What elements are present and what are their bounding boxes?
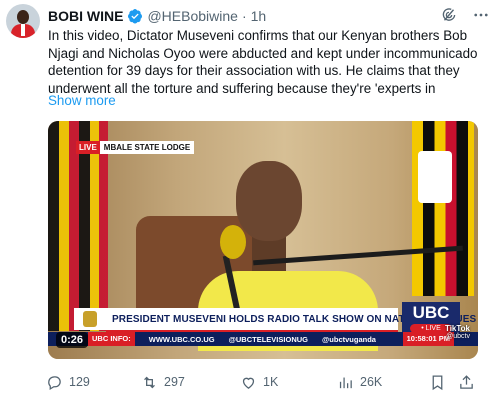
location-label: MBALE STATE LODGE bbox=[99, 141, 195, 154]
live-badge: LIVE bbox=[76, 141, 100, 154]
bookmark-icon bbox=[432, 374, 443, 390]
like-count: 1K bbox=[263, 375, 279, 389]
info-label: UBC INFO: bbox=[88, 332, 135, 346]
reply-count: 129 bbox=[69, 375, 90, 389]
ubc-logo-text: UBC bbox=[412, 303, 450, 322]
separator-dot: · bbox=[241, 8, 247, 24]
location-badge: LIVE MBALE STATE LODGE bbox=[76, 141, 195, 154]
headline-bar: PRESIDENT MUSEVENI HOLDS RADIO TALK SHOW… bbox=[106, 308, 476, 333]
video-player[interactable]: LIVE MBALE STATE LODGE PRESIDENT MUSEVEN… bbox=[48, 121, 478, 359]
like-icon bbox=[242, 377, 255, 389]
bookmark-button[interactable] bbox=[429, 374, 452, 391]
tiktok-watermark: TikTok @ubctv bbox=[445, 324, 470, 340]
reply-button[interactable]: 129 bbox=[46, 374, 90, 391]
post-time[interactable]: 1h bbox=[251, 8, 267, 24]
microphone bbox=[220, 225, 246, 259]
author-avatar[interactable] bbox=[6, 4, 40, 38]
tweet-header: BOBI WINE @HEBobiwine · 1h bbox=[48, 6, 266, 26]
avatar-head bbox=[17, 10, 29, 24]
author-name[interactable]: BOBI WINE bbox=[48, 8, 123, 24]
repost-icon bbox=[144, 376, 155, 388]
video-duration: 0:26 bbox=[56, 332, 89, 348]
info-x-handle: @UBCTELEVISIONUG bbox=[228, 334, 308, 344]
verified-badge-icon bbox=[128, 9, 143, 24]
tiktok-handle: @ubctv bbox=[446, 333, 470, 340]
share-icon bbox=[460, 374, 473, 389]
info-website: WWW.UBC.CO.UG bbox=[148, 334, 215, 344]
repost-count: 297 bbox=[164, 375, 185, 389]
top-right-actions bbox=[440, 6, 490, 24]
share-button[interactable] bbox=[458, 374, 481, 391]
info-bar: UBC INFO: WWW.UBC.CO.UG @UBCTELEVISIONUG… bbox=[48, 332, 478, 346]
tiktok-logo-text: TikTok bbox=[444, 324, 470, 333]
tweet-actions: 129 297 1K 26K bbox=[46, 372, 486, 392]
show-more-link[interactable]: Show more bbox=[48, 93, 116, 108]
uganda-flag-right bbox=[412, 121, 474, 296]
reply-icon bbox=[48, 375, 61, 390]
coat-of-arms-icon bbox=[74, 308, 106, 330]
grok-icon[interactable] bbox=[440, 6, 458, 24]
more-icon[interactable] bbox=[472, 6, 490, 24]
avatar-tie bbox=[21, 24, 25, 36]
view-count: 26K bbox=[360, 375, 383, 389]
views-icon bbox=[339, 377, 352, 388]
views-button[interactable]: 26K bbox=[337, 374, 382, 391]
author-handle[interactable]: @HEBobiwine bbox=[147, 8, 237, 24]
repost-button[interactable]: 297 bbox=[141, 374, 185, 391]
flag-crest bbox=[418, 151, 452, 203]
news-ticker: PRESIDENT MUSEVENI HOLDS RADIO TALK SHOW… bbox=[48, 302, 478, 346]
info-instagram: @ubctvuganda bbox=[321, 334, 376, 344]
speaker-head bbox=[236, 161, 302, 241]
tweet-text: In this video, Dictator Museveni confirm… bbox=[48, 28, 478, 96]
like-button[interactable]: 1K bbox=[240, 374, 278, 391]
